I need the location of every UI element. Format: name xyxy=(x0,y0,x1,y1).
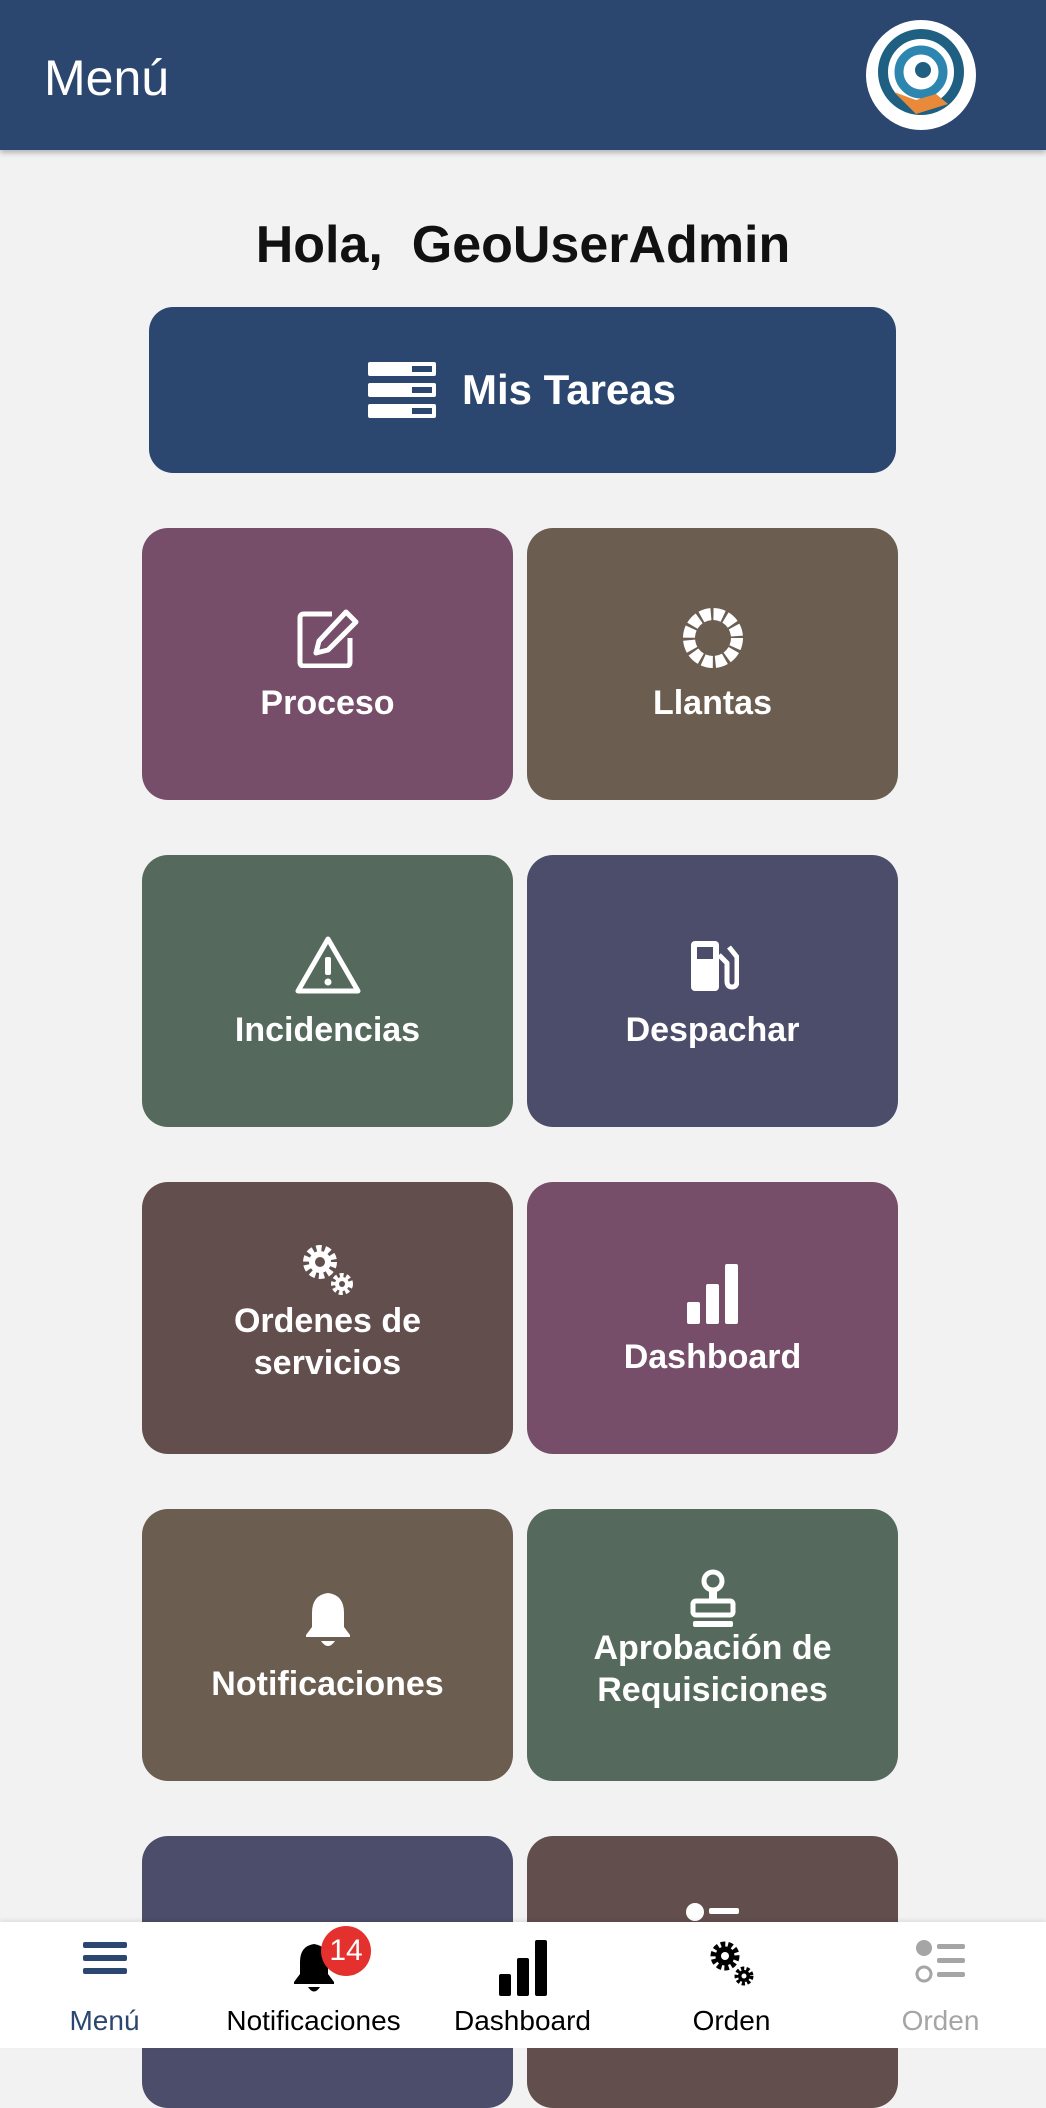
gears-icon xyxy=(142,1242,513,1302)
tile-label: Incidencias xyxy=(234,1011,421,1049)
warning-icon xyxy=(142,935,513,995)
tile-label: Proceso xyxy=(260,684,395,722)
list-icon xyxy=(836,1938,1045,1998)
nav-item-dashboard[interactable]: Dashboard xyxy=(418,1922,627,2048)
nav-label: Orden xyxy=(692,2005,771,2036)
greeting-text: Hola, GeoUserAdmin xyxy=(255,216,791,274)
tile-label: Aprobación de Requisiciones xyxy=(593,1629,832,1709)
app-logo-icon[interactable] xyxy=(866,20,976,130)
tile-aprobacion-de-requisiciones[interactable]: Aprobación de Requisiciones xyxy=(527,1509,898,1781)
bottom-navigation: Menú 14 Notificaciones Dashboard Orden O… xyxy=(0,1922,1046,2048)
nav-label: Notificaciones xyxy=(226,2005,401,2036)
my-tasks-button[interactable]: Mis Tareas xyxy=(149,307,896,473)
tile-dashboard[interactable]: Dashboard xyxy=(527,1182,898,1454)
bar-chart-icon xyxy=(527,1262,898,1324)
tire-icon xyxy=(527,608,898,668)
nav-label: Menú xyxy=(69,2005,140,2036)
tile-ordenes-de-servicios[interactable]: Ordenes de servicios xyxy=(142,1182,513,1454)
tile-label: Dashboard xyxy=(623,1338,802,1376)
tile-despachar[interactable]: Despachar xyxy=(527,855,898,1127)
bell-icon xyxy=(209,1938,418,1998)
nav-label: Dashboard xyxy=(454,2005,591,2036)
tile-incidencias[interactable]: Incidencias xyxy=(142,855,513,1127)
tile-label: Llantas xyxy=(652,684,773,722)
bell-icon xyxy=(142,1589,513,1649)
stamp-icon xyxy=(527,1569,898,1629)
nav-item-menu[interactable]: Menú xyxy=(0,1922,209,2048)
nav-item-orden-list[interactable]: Orden xyxy=(836,1922,1045,2048)
fuel-pump-icon xyxy=(527,935,898,995)
app-bar: Menú xyxy=(0,0,1046,150)
tile-proceso[interactable]: Proceso xyxy=(142,528,513,800)
gears-icon xyxy=(627,1938,836,1998)
bar-chart-icon xyxy=(418,1938,627,1998)
tile-label: Notificaciones xyxy=(211,1665,444,1703)
nav-item-orden[interactable]: Orden xyxy=(627,1922,836,2048)
edit-icon xyxy=(142,608,513,668)
page-title: Menú xyxy=(44,50,170,106)
my-tasks-label: Mis Tareas xyxy=(462,366,676,413)
nav-label: Orden xyxy=(901,2005,980,2036)
hamburger-menu-icon xyxy=(0,1938,209,1998)
server-stack-icon xyxy=(368,362,436,423)
tile-notificaciones[interactable]: Notificaciones xyxy=(142,1509,513,1781)
nav-item-notificaciones[interactable]: 14 Notificaciones xyxy=(209,1922,418,2048)
tile-llantas[interactable]: Llantas xyxy=(527,528,898,800)
tile-label: Despachar xyxy=(625,1011,800,1049)
tile-label: Ordenes de servicios xyxy=(233,1302,422,1382)
notification-count-badge: 14 xyxy=(321,1926,371,1976)
